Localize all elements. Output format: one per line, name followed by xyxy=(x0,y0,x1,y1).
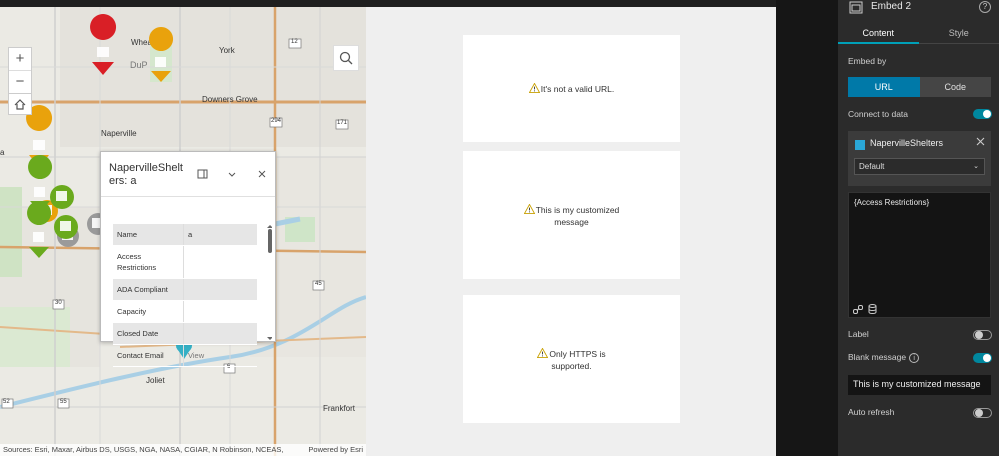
data-view-select[interactable]: Default ⌄ xyxy=(854,158,985,175)
zoom-control: + − xyxy=(8,47,32,95)
feature-popup: NapervilleShelters: a Name a Access Rest… xyxy=(100,151,276,367)
dock-popup-button[interactable] xyxy=(195,166,211,182)
field-value xyxy=(183,301,257,322)
remove-datasource-button[interactable] xyxy=(976,137,985,149)
field-name: Access Restrictions xyxy=(117,252,157,272)
label-setting-label: Label xyxy=(848,329,869,339)
popup-attribute-table: Name a Access Restrictions ADA Compliant… xyxy=(113,224,257,367)
data-view-value: Default xyxy=(859,162,885,171)
popup-title: NapervilleShelters: a xyxy=(109,162,183,187)
datasource-card: NapervilleShelters Default ⌄ xyxy=(848,131,991,186)
code-option-button[interactable]: Code xyxy=(919,77,991,97)
field-value xyxy=(183,323,257,344)
embed-widget-icon xyxy=(849,1,863,14)
close-icon xyxy=(258,170,266,178)
collapse-popup-button[interactable] xyxy=(224,166,240,182)
popup-divider xyxy=(101,196,275,197)
connect-to-data-toggle[interactable] xyxy=(973,109,992,119)
field-name: Closed Date xyxy=(117,329,159,338)
table-row: Closed Date xyxy=(113,323,257,345)
close-icon xyxy=(976,137,985,146)
panel-title: Embed 2 xyxy=(871,1,912,12)
attribution-text: Sources: Esri, Maxar, Airbus DS, USGS, N… xyxy=(3,445,284,456)
embed-message: Only HTTPS is supported. xyxy=(549,348,606,371)
blank-message-text: Blank message xyxy=(848,352,907,362)
shelter-marker-icon xyxy=(50,185,74,209)
close-popup-button[interactable] xyxy=(254,166,270,182)
home-button[interactable] xyxy=(8,93,32,115)
embed-by-label: Embed by xyxy=(848,56,887,66)
table-row: Contact Email View xyxy=(113,345,257,367)
dock-icon xyxy=(197,169,208,179)
table-row: Name a xyxy=(113,224,257,246)
expression-text: {Access Restrictions} xyxy=(854,198,930,207)
info-icon[interactable]: i xyxy=(909,353,920,363)
field-value: a xyxy=(183,224,257,245)
url-expression-editor[interactable]: {Access Restrictions} xyxy=(848,192,991,318)
field-value xyxy=(183,246,257,278)
blank-message-toggle[interactable] xyxy=(973,353,992,363)
embed-widget-2: This is my customized message xyxy=(463,151,680,279)
label-toggle[interactable] xyxy=(973,330,992,340)
connect-to-data-label: Connect to data xyxy=(848,109,909,119)
panel-tabs: Content Style xyxy=(838,22,999,44)
datasource-name: NapervilleShelters xyxy=(870,138,944,148)
app-root: Wheaton York DuP Downers Grove Napervill… xyxy=(0,0,999,456)
layer-icon xyxy=(855,140,865,150)
help-button[interactable]: ? xyxy=(979,1,991,13)
field-name: Capacity xyxy=(117,307,147,316)
zoom-out-button[interactable]: − xyxy=(9,71,31,94)
warning-icon xyxy=(528,83,540,93)
auto-refresh-toggle[interactable] xyxy=(973,408,992,418)
tab-content[interactable]: Content xyxy=(838,22,919,44)
blank-message-input[interactable]: This is my customized message xyxy=(848,375,991,395)
popup-scrollbar[interactable] xyxy=(266,224,272,340)
link-icon[interactable] xyxy=(853,305,863,314)
home-icon xyxy=(14,99,26,110)
map-attribution: Sources: Esri, Maxar, Airbus DS, USGS, N… xyxy=(0,444,366,456)
url-option-button[interactable]: URL xyxy=(848,77,920,97)
settings-panel: Embed 2 ? Content Style Embed by URL Cod… xyxy=(838,0,999,456)
chevron-down-icon xyxy=(228,172,236,177)
embed-widget-3: Only HTTPS is supported. xyxy=(463,295,680,423)
field-value xyxy=(183,279,257,300)
field-name: Contact Email xyxy=(117,351,164,360)
field-name: ADA Compliant xyxy=(117,285,168,294)
auto-refresh-label: Auto refresh xyxy=(848,407,895,417)
zoom-in-button[interactable]: + xyxy=(9,48,31,71)
shelter-marker-icon xyxy=(90,14,117,76)
embed-widget-1: It's not a valid URL. xyxy=(463,35,680,142)
blank-message-label: Blank message i xyxy=(848,352,920,363)
warning-icon xyxy=(523,203,535,214)
shelter-marker-icon xyxy=(27,201,52,258)
search-icon xyxy=(339,51,353,65)
embed-by-toggle: URL Code xyxy=(848,77,991,97)
field-name: Name xyxy=(117,230,138,239)
map-search-button[interactable] xyxy=(333,45,359,71)
table-row: Capacity xyxy=(113,301,257,323)
embed-message: This is my customized message xyxy=(535,204,620,227)
database-icon[interactable] xyxy=(868,304,877,314)
embed-message: It's not a valid URL. xyxy=(540,84,615,94)
powered-by-text[interactable]: Powered by Esri xyxy=(308,445,363,455)
tab-style[interactable]: Style xyxy=(918,22,999,44)
shelter-marker-icon xyxy=(54,215,78,239)
field-link[interactable]: View xyxy=(183,345,257,366)
canvas-gutter xyxy=(776,0,838,456)
warning-icon xyxy=(537,347,549,358)
chevron-down-icon: ⌄ xyxy=(973,163,979,170)
shelter-marker-icon xyxy=(149,27,174,82)
table-row: ADA Compliant xyxy=(113,279,257,301)
table-row: Access Restrictions xyxy=(113,246,257,279)
